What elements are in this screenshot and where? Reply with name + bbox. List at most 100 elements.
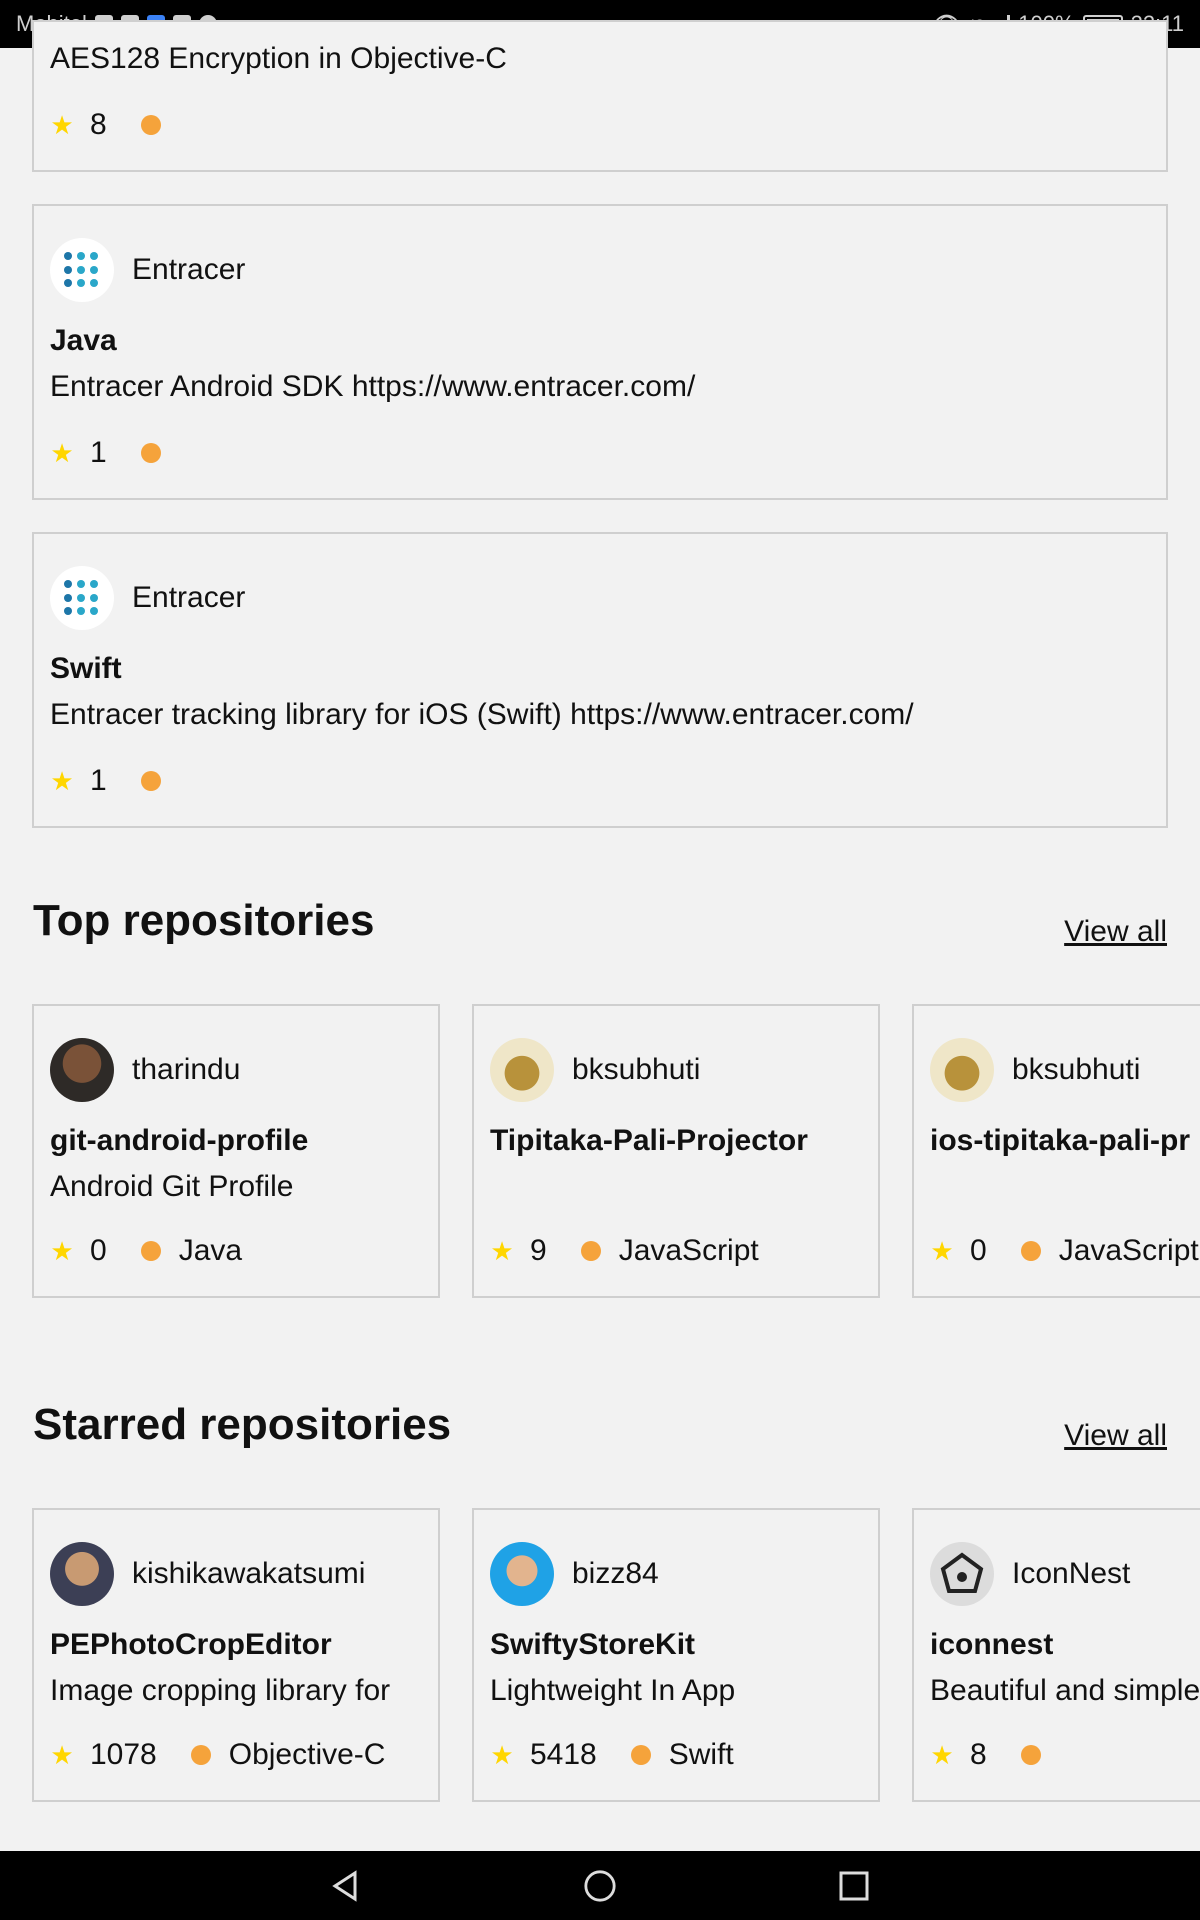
repo-description: Lightweight In App [490, 1674, 736, 1707]
starred-repo-card[interactable]: bizz84 SwiftyStoreKit Lightweight In App… [472, 1508, 880, 1802]
owner-name: bksubhuti [572, 1053, 701, 1086]
repo-card[interactable]: Entracer Java Entracer Android SDK https… [32, 204, 1168, 500]
repo-description: Android Git Profile [50, 1170, 294, 1203]
owner-row: IconNest [930, 1542, 1130, 1606]
recents-square-icon [839, 1871, 869, 1900]
star-icon: ★ [930, 1235, 954, 1266]
language-label: JavaScript [618, 1234, 759, 1267]
repo-name: ios-tipitaka-pali-pr [930, 1124, 1191, 1157]
home-circle-icon [584, 1869, 616, 1902]
navigation-bar [0, 1851, 1200, 1920]
repo-name: Tipitaka-Pali-Projector [490, 1124, 808, 1157]
stars-count: 1078 [90, 1738, 157, 1771]
owner-avatar [490, 1542, 554, 1606]
owner-name: bksubhuti [1012, 1053, 1141, 1086]
repo-description: Entracer Android SDK https://www.entrace… [50, 370, 696, 403]
stars-count: 0 [90, 1234, 107, 1267]
owner-avatar [490, 1038, 554, 1102]
repo-meta: ★ 0 Java [50, 1234, 242, 1268]
owner-avatar [930, 1542, 994, 1606]
repo-name: git-android-profile [50, 1124, 309, 1157]
repo-meta: ★ 1 [50, 436, 161, 470]
owner-avatar [50, 238, 114, 302]
entracer-logo-icon [64, 252, 100, 288]
owner-row: Entracer [50, 566, 245, 630]
stars-count: 1 [90, 436, 107, 469]
stars-count: 8 [970, 1738, 987, 1771]
stars-count: 8 [90, 108, 107, 141]
stars-count: 0 [970, 1234, 987, 1267]
repo-card[interactable]: Entracer Swift Entracer tracking library… [32, 532, 1168, 828]
entracer-logo-icon [64, 580, 100, 616]
top-repositories-view-all-link[interactable]: View all [1064, 915, 1167, 949]
repo-meta: ★ 1 [50, 764, 161, 798]
top-repositories-title: Top repositories [33, 896, 375, 945]
star-icon: ★ [50, 1235, 74, 1266]
star-icon: ★ [930, 1739, 954, 1770]
star-icon: ★ [50, 765, 74, 796]
repo-card[interactable]: AES128 Encryption in Objective-C ★ 8 [32, 20, 1168, 172]
starred-repo-card[interactable]: IconNest iconnest Beautiful and simple ★… [912, 1508, 1200, 1802]
language-dot [140, 443, 161, 463]
top-repo-card[interactable]: tharindu git-android-profile Android Git… [32, 1004, 440, 1298]
iconnest-logo-icon [940, 1552, 984, 1593]
repo-name: Java [50, 324, 117, 357]
repo-meta: ★ 9 JavaScript [490, 1234, 759, 1268]
owner-avatar [50, 1038, 114, 1102]
repo-meta: ★ 1078 Objective-C [50, 1738, 385, 1772]
repo-name: PEPhotoCropEditor [50, 1628, 332, 1661]
back-button[interactable] [329, 1869, 363, 1903]
language-dot [140, 115, 161, 135]
stars-count: 9 [530, 1234, 547, 1267]
recents-button[interactable] [837, 1869, 871, 1903]
language-label: JavaScript [1058, 1234, 1199, 1267]
star-icon: ★ [50, 1739, 74, 1770]
owner-row: bksubhuti [490, 1038, 700, 1102]
owner-row: tharindu [50, 1038, 240, 1102]
repo-meta: ★ 8 [930, 1738, 1041, 1772]
owner-row: bizz84 [490, 1542, 659, 1606]
home-button[interactable] [583, 1869, 617, 1903]
repo-description: Entracer tracking library for iOS (Swift… [50, 698, 914, 731]
repo-name: iconnest [930, 1628, 1054, 1661]
owner-row: Entracer [50, 238, 245, 302]
star-icon: ★ [50, 437, 74, 468]
language-label: Objective-C [228, 1738, 386, 1771]
star-icon: ★ [50, 109, 74, 140]
language-dot [190, 1745, 211, 1765]
owner-name: kishikawakatsumi [132, 1557, 366, 1590]
owner-avatar [50, 1542, 114, 1606]
owner-name: Entracer [132, 581, 246, 614]
repo-description: Image cropping library for [50, 1674, 391, 1707]
repo-name: Swift [50, 652, 122, 685]
owner-name: IconNest [1012, 1557, 1131, 1590]
owner-row: kishikawakatsumi [50, 1542, 365, 1606]
owner-row: bksubhuti [930, 1038, 1140, 1102]
language-dot [630, 1745, 651, 1765]
language-dot [1020, 1241, 1041, 1261]
language-label: Swift [668, 1738, 734, 1771]
starred-repositories-title: Starred repositories [33, 1400, 452, 1449]
repo-meta: ★ 8 [50, 108, 161, 142]
repo-meta: ★ 5418 Swift [490, 1738, 734, 1772]
language-label: Java [178, 1234, 243, 1267]
star-icon: ★ [490, 1739, 514, 1770]
stars-count: 5418 [530, 1738, 597, 1771]
repo-meta: ★ 0 JavaScript [930, 1234, 1199, 1268]
back-triangle-icon [332, 1869, 357, 1902]
owner-name: bizz84 [572, 1557, 659, 1590]
star-icon: ★ [490, 1235, 514, 1266]
language-dot [140, 1241, 161, 1261]
top-repo-card[interactable]: bksubhuti Tipitaka-Pali-Projector ★ 9 Ja… [472, 1004, 880, 1298]
stars-count: 1 [90, 764, 107, 797]
language-dot [140, 771, 161, 791]
starred-repo-card[interactable]: kishikawakatsumi PEPhotoCropEditor Image… [32, 1508, 440, 1802]
owner-avatar [930, 1038, 994, 1102]
language-dot [1020, 1745, 1041, 1765]
repo-description: AES128 Encryption in Objective-C [50, 42, 507, 75]
language-dot [580, 1241, 601, 1261]
owner-name: Entracer [132, 253, 246, 286]
top-repo-card[interactable]: bksubhuti ios-tipitaka-pali-pr ★ 0 JavaS… [912, 1004, 1200, 1298]
starred-repositories-view-all-link[interactable]: View all [1064, 1419, 1167, 1453]
owner-avatar [50, 566, 114, 630]
